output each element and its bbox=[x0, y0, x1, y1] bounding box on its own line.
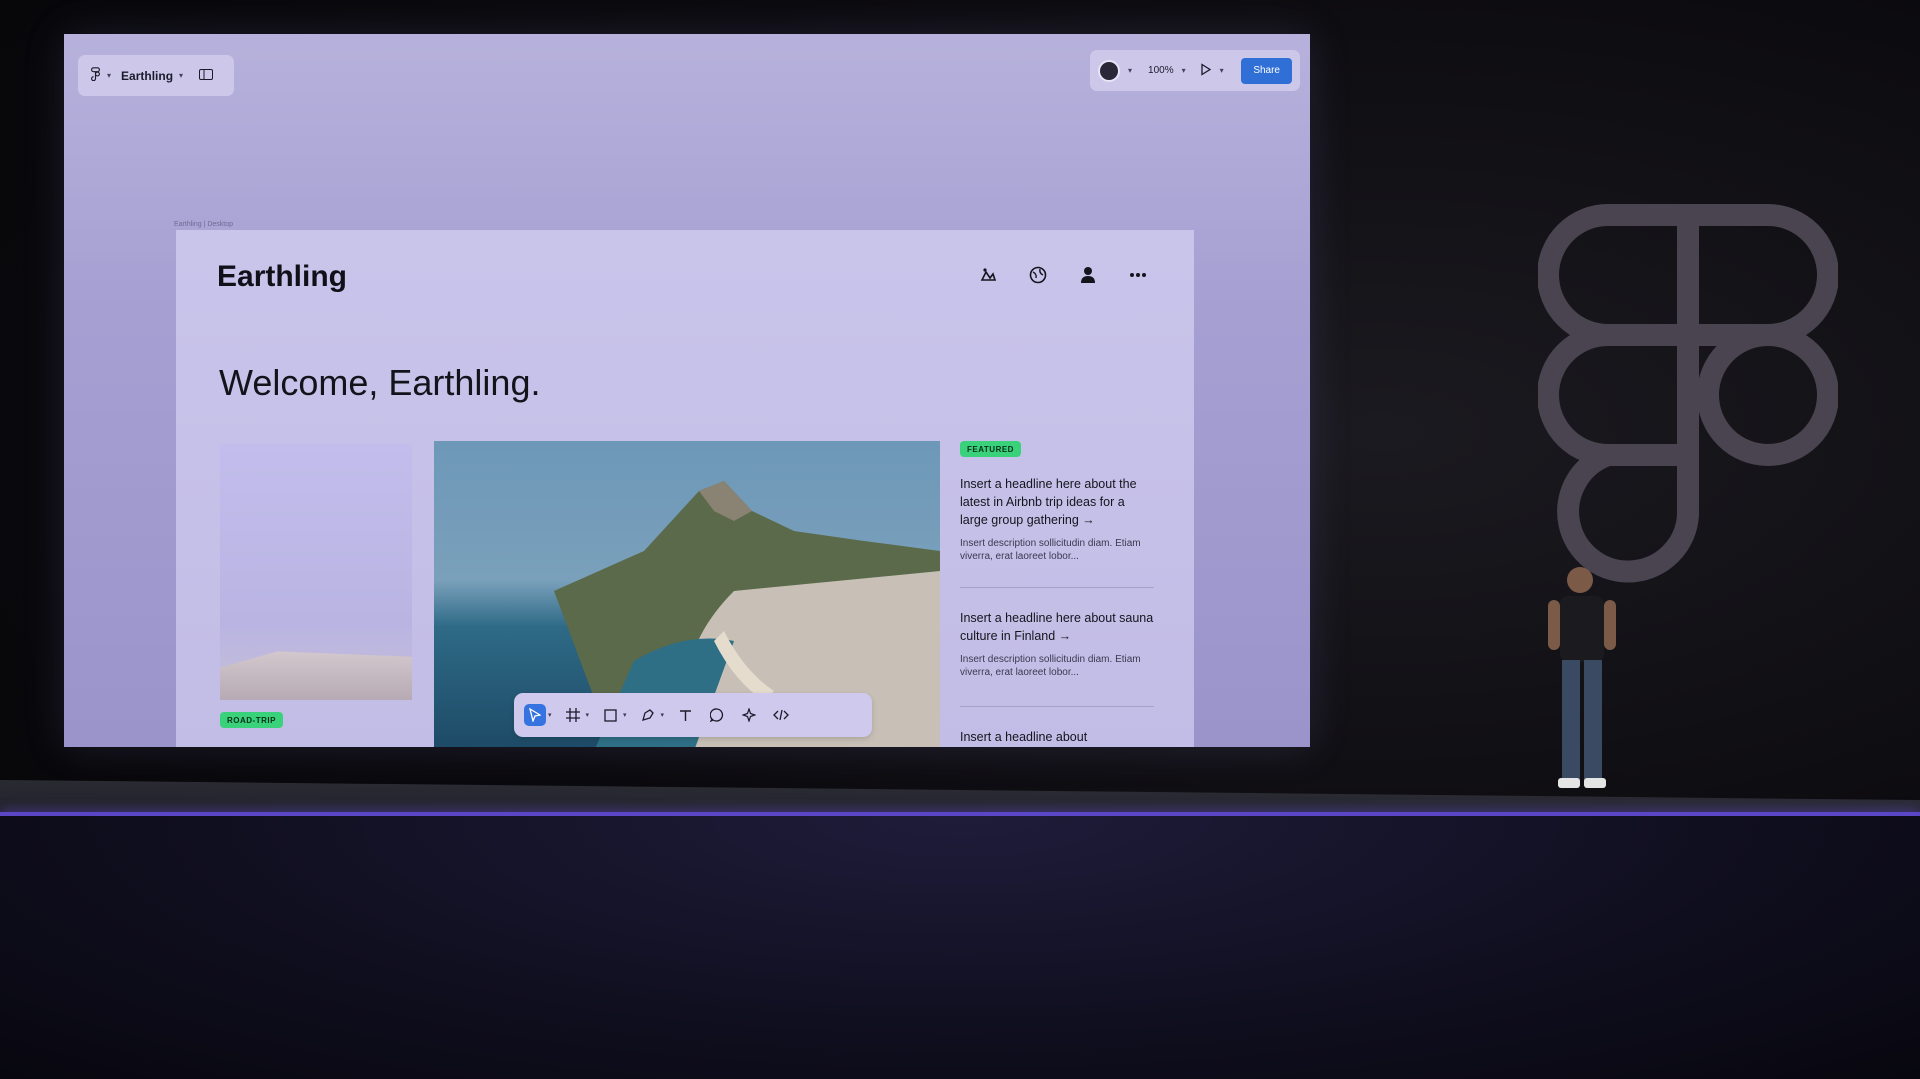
chevron-down-icon[interactable]: ▾ bbox=[1182, 66, 1186, 75]
article-headline[interactable]: Insert a headline here about the latest … bbox=[960, 475, 1154, 529]
article-headline[interactable]: Insert a headline about bbox=[960, 728, 1154, 746]
sidebar-toggle-icon[interactable] bbox=[199, 68, 214, 83]
featured-tag: FEATURED bbox=[960, 441, 1021, 457]
frame-tool-icon[interactable] bbox=[562, 704, 584, 726]
actions-tool-icon[interactable] bbox=[738, 704, 760, 726]
article-description: Insert description sollicitudin diam. Et… bbox=[960, 654, 1141, 678]
divider bbox=[960, 706, 1154, 707]
chevron-down-icon[interactable]: ▾ bbox=[1128, 66, 1132, 75]
article-headline[interactable]: Insert a headline here about sauna cultu… bbox=[960, 609, 1154, 645]
shape-tool-icon[interactable] bbox=[599, 704, 621, 726]
figma-logo-sculpture bbox=[1538, 204, 1838, 583]
comment-tool-icon[interactable] bbox=[706, 704, 728, 726]
avatar[interactable] bbox=[1098, 59, 1120, 82]
dev-mode-icon[interactable] bbox=[770, 704, 792, 726]
trips-icon[interactable] bbox=[976, 263, 1000, 287]
text-tool-icon[interactable] bbox=[674, 704, 696, 726]
file-name[interactable]: Earthling bbox=[121, 69, 173, 83]
figma-tools-toolbar: ▾ ▾ ▾ ▾ bbox=[514, 693, 872, 737]
site-brand: Earthling bbox=[217, 260, 348, 293]
pen-tool-icon[interactable] bbox=[637, 704, 659, 726]
figma-menu-icon[interactable] bbox=[90, 67, 101, 84]
figma-share-toolbar: ▾ 100% ▾ ▾ Share bbox=[1090, 50, 1300, 91]
projection-screen: ▾ Earthling ▾ ▾ 100% ▾ ▾ Share Earthling… bbox=[64, 34, 1310, 747]
road-trip-tag: ROAD-TRIP bbox=[220, 712, 283, 728]
divider bbox=[960, 587, 1154, 588]
frame-label[interactable]: Earthling | Desktop bbox=[174, 221, 233, 228]
chevron-down-icon[interactable]: ▾ bbox=[107, 71, 111, 80]
more-icon[interactable] bbox=[1126, 263, 1150, 287]
figma-file-toolbar: ▾ Earthling ▾ bbox=[78, 55, 234, 96]
welcome-heading: Welcome, Earthling. bbox=[219, 362, 541, 403]
article-item[interactable]: Insert a headline here about the latest … bbox=[960, 475, 1154, 563]
site-nav-icons bbox=[976, 263, 1150, 287]
chevron-down-icon[interactable]: ▾ bbox=[661, 711, 665, 719]
article-description: Insert description sollicitudin diam. Et… bbox=[960, 538, 1141, 562]
play-icon[interactable] bbox=[1200, 62, 1212, 79]
audience bbox=[0, 816, 1920, 1079]
user-icon[interactable] bbox=[1076, 263, 1100, 287]
speaker-figure bbox=[1548, 567, 1616, 788]
chevron-down-icon[interactable]: ▾ bbox=[623, 711, 627, 719]
globe-icon[interactable] bbox=[1026, 263, 1050, 287]
chevron-down-icon[interactable]: ▾ bbox=[1220, 66, 1224, 75]
zoom-level[interactable]: 100% bbox=[1148, 65, 1174, 76]
chevron-down-icon[interactable]: ▾ bbox=[179, 71, 183, 80]
design-frame[interactable]: Earthling Welcome, Earthling. ROAD-TRIP bbox=[176, 230, 1194, 747]
share-button[interactable]: Share bbox=[1241, 57, 1292, 84]
article-item[interactable]: Insert a headline about bbox=[960, 728, 1154, 746]
road-trip-image[interactable] bbox=[220, 444, 412, 700]
chevron-down-icon[interactable]: ▾ bbox=[548, 711, 552, 719]
article-item[interactable]: Insert a headline here about sauna cultu… bbox=[960, 609, 1154, 679]
move-tool-icon[interactable] bbox=[524, 704, 546, 726]
chevron-down-icon[interactable]: ▾ bbox=[586, 711, 590, 719]
dune-landscape bbox=[220, 651, 412, 700]
